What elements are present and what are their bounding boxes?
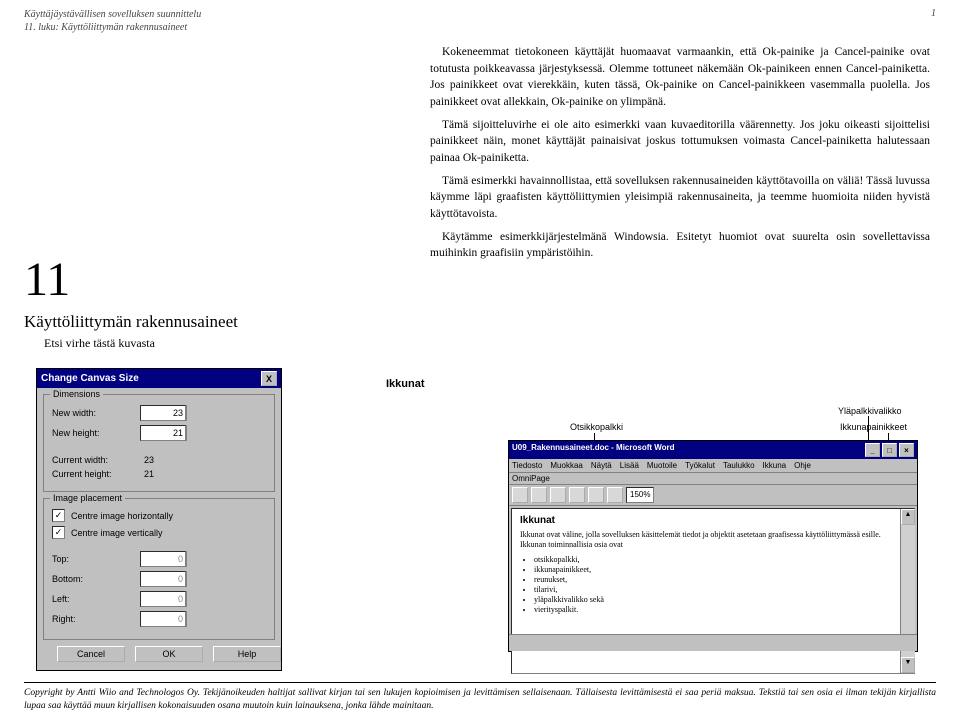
ok-button[interactable]: OK [135, 646, 203, 662]
bottom-label: Bottom: [52, 574, 140, 584]
page-footer: Copyright by Antti Wiio and Technologos … [24, 682, 936, 713]
paragraph: Käytämme esimerkkijärjestelmänä Windowsi… [430, 229, 930, 262]
dimensions-legend: Dimensions [50, 389, 103, 399]
doc-list: otsikkopalkki, ikkunapainikkeet, reunuks… [534, 555, 906, 614]
doc-paragraph: Ikkunat ovat väline, jolla sovelluksen k… [520, 530, 906, 551]
help-button[interactable]: Help [213, 646, 281, 662]
word-menubar[interactable]: Tiedosto Muokkaa Näytä Lisää Muotoile Ty… [509, 459, 917, 473]
paragraph: Kokeneemmat tietokoneen käyttäjät huomaa… [430, 44, 930, 111]
list-item: yläpalkkivalikko sekä [534, 595, 906, 604]
word-statusbar [509, 634, 917, 651]
centre-v-checkbox[interactable]: ✓ [52, 526, 65, 539]
word-toolbar[interactable]: 150% [509, 485, 917, 506]
current-height-value: 21 [144, 469, 154, 479]
spinner-icon[interactable] [186, 425, 199, 441]
menu-item[interactable]: Muotoile [647, 461, 677, 470]
centre-h-label: Centre image horizontally [71, 511, 173, 521]
menu-item[interactable]: Ikkuna [763, 461, 787, 470]
placement-group: Image placement ✓ Centre image horizonta… [43, 498, 275, 640]
menu-item[interactable]: Ohje [794, 461, 811, 470]
annotated-figure: Otsikkopalkki Yläpalkkivalikko Ikkunapai… [508, 406, 918, 666]
bottom-input[interactable]: 0 [140, 571, 186, 587]
menu-item[interactable]: Lisää [620, 461, 639, 470]
dialog-title-text: Change Canvas Size [41, 373, 139, 384]
close-icon[interactable]: × [899, 443, 914, 457]
new-height-label: New height: [52, 428, 140, 438]
toolbar-icon[interactable] [607, 487, 623, 503]
current-width-label: Current width: [52, 455, 140, 465]
right-input[interactable]: 0 [140, 611, 186, 627]
word-menubar-2[interactable]: OmniPage [509, 473, 917, 485]
top-label: Top: [52, 554, 140, 564]
scroll-up-icon[interactable]: ▲ [901, 509, 915, 525]
menu-item[interactable]: Muokkaa [550, 461, 582, 470]
toolbar-icon[interactable] [569, 487, 585, 503]
menu-item[interactable]: Tiedosto [512, 461, 542, 470]
right-label: Right: [52, 614, 140, 624]
chapter-subtitle: Etsi virhe tästä kuvasta [44, 336, 155, 351]
chapter-title: Käyttöliittymän rakennusaineet [24, 312, 238, 332]
header-line2: 11. luku: Käyttöliittymän rakennusaineet [24, 21, 201, 34]
spinner-icon[interactable] [186, 611, 199, 627]
left-label: Left: [52, 594, 140, 604]
scroll-down-icon[interactable]: ▼ [901, 657, 915, 673]
word-window: U09_Rakennusaineet.doc - Microsoft Word … [508, 440, 918, 652]
list-item: reunukset, [534, 575, 906, 584]
paragraph: Tämä esimerkki havainnollistaa, että sov… [430, 173, 930, 223]
dimensions-group: Dimensions New width: 23 New height: 21 … [43, 394, 275, 492]
toolbar-icon[interactable] [588, 487, 604, 503]
menu-item[interactable]: Työkalut [685, 461, 715, 470]
dialog-titlebar[interactable]: Change Canvas Size X [37, 369, 281, 388]
change-canvas-dialog: Change Canvas Size X Dimensions New widt… [36, 368, 282, 671]
spinner-icon[interactable] [186, 591, 199, 607]
paragraph: Tämä sijoitteluvirhe ei ole aito esimerk… [430, 117, 930, 167]
new-width-input[interactable]: 23 [140, 405, 186, 421]
close-icon[interactable]: X [261, 371, 277, 386]
list-item: vierityspalkit. [534, 605, 906, 614]
toolbar-icon[interactable] [512, 487, 528, 503]
doc-heading: Ikkunat [520, 515, 906, 526]
placement-legend: Image placement [50, 493, 125, 503]
body-text: Kokeneemmat tietokoneen käyttäjät huomaa… [430, 44, 930, 268]
section-heading: Ikkunat [386, 378, 425, 390]
ann-ikkunapainikkeet: Ikkunapainikkeet [840, 422, 907, 432]
word-title: U09_Rakennusaineet.doc - Microsoft Word [512, 443, 675, 457]
toolbar-icon[interactable] [531, 487, 547, 503]
current-width-value: 23 [144, 455, 154, 465]
list-item: ikkunapainikkeet, [534, 565, 906, 574]
menu-item[interactable]: Taulukko [723, 461, 755, 470]
current-height-label: Current height: [52, 469, 140, 479]
ann-ylapalkkivalikko: Yläpalkkivalikko [838, 406, 902, 416]
zoom-select[interactable]: 150% [626, 487, 654, 503]
new-width-label: New width: [52, 408, 140, 418]
left-input[interactable]: 0 [140, 591, 186, 607]
list-item: tilarivi, [534, 585, 906, 594]
chapter-number: 11 [24, 252, 70, 307]
spinner-icon[interactable] [186, 571, 199, 587]
spinner-icon[interactable] [186, 551, 199, 567]
maximize-icon[interactable]: □ [882, 443, 897, 457]
header-line1: Käyttäjäystävällisen sovelluksen suunnit… [24, 8, 201, 21]
menu-item[interactable]: OmniPage [512, 474, 550, 483]
menu-item[interactable]: Näytä [591, 461, 612, 470]
list-item: otsikkopalkki, [534, 555, 906, 564]
page-number: 1 [931, 8, 936, 34]
ann-otsikkopalkki: Otsikkopalkki [570, 422, 623, 432]
cancel-button[interactable]: Cancel [57, 646, 125, 662]
page-header: Käyttäjäystävällisen sovelluksen suunnit… [24, 8, 936, 34]
minimize-icon[interactable]: _ [865, 443, 880, 457]
spinner-icon[interactable] [186, 405, 199, 421]
centre-v-label: Centre image vertically [71, 528, 163, 538]
centre-h-checkbox[interactable]: ✓ [52, 509, 65, 522]
word-titlebar[interactable]: U09_Rakennusaineet.doc - Microsoft Word … [509, 441, 917, 459]
top-input[interactable]: 0 [140, 551, 186, 567]
new-height-input[interactable]: 21 [140, 425, 186, 441]
toolbar-icon[interactable] [550, 487, 566, 503]
